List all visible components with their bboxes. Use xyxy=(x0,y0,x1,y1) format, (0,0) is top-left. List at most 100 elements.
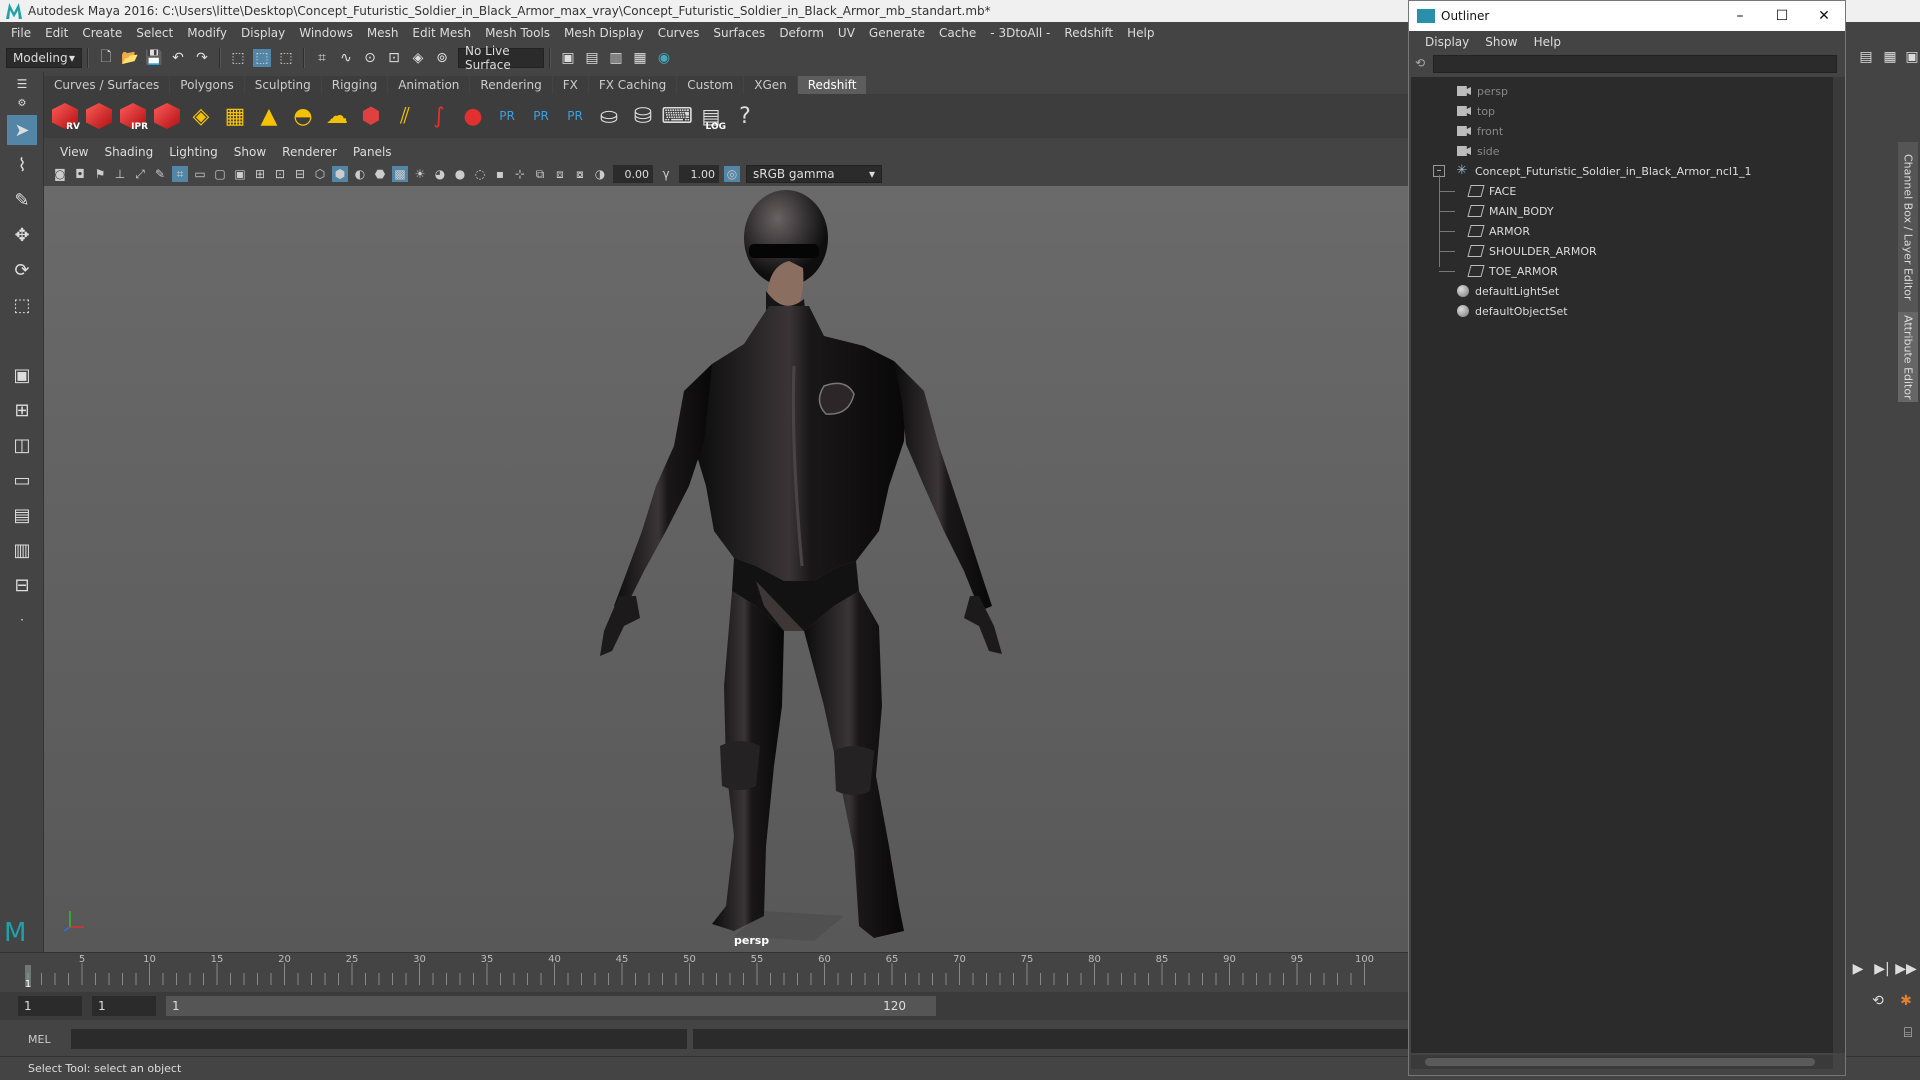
start-time-field[interactable]: 1 xyxy=(18,996,82,1016)
channel-box-tab[interactable]: Channel Box / Layer Editor xyxy=(1898,142,1918,312)
two-side-layout-icon[interactable]: ◫ xyxy=(7,430,37,460)
play-forward-icon[interactable]: ▶ xyxy=(1849,960,1867,978)
default-material-icon[interactable]: ◐ xyxy=(352,166,368,182)
menu-create[interactable]: Create xyxy=(75,26,129,40)
hypershade-icon[interactable]: ◉ xyxy=(655,49,673,67)
outliner-horizontal-scrollbar[interactable] xyxy=(1411,1055,1833,1069)
select-camera-icon[interactable]: ◙ xyxy=(52,166,68,182)
persp-graph-layout-icon[interactable]: ▤ xyxy=(7,500,37,530)
textured-icon[interactable]: ▩ xyxy=(392,166,408,182)
menu-redshift[interactable]: Redshift xyxy=(1057,26,1120,40)
screen-space-ao-icon[interactable]: ● xyxy=(452,166,468,182)
outliner-search-input[interactable] xyxy=(1433,55,1837,73)
tab-custom[interactable]: Custom xyxy=(677,76,744,94)
menu-mesh-tools[interactable]: Mesh Tools xyxy=(478,26,557,40)
colorspace-dropdown[interactable]: sRGB gamma ▾ xyxy=(746,165,882,183)
menu-deform[interactable]: Deform xyxy=(772,26,831,40)
menu-uv[interactable]: UV xyxy=(831,26,862,40)
range-slider[interactable]: 1 120 xyxy=(166,996,936,1016)
undo-icon[interactable]: ↶ xyxy=(169,49,187,67)
multisample-aa-icon[interactable]: ▪ xyxy=(492,166,508,182)
menu-modify[interactable]: Modify xyxy=(180,26,234,40)
tab-redshift[interactable]: Redshift xyxy=(797,76,867,94)
render-frame-icon[interactable]: ▤ xyxy=(583,49,601,67)
redshift-render-icon[interactable] xyxy=(84,100,114,132)
redshift-portal-light-icon[interactable]: ⬢ xyxy=(356,100,386,132)
redshift-settings-icon[interactable] xyxy=(152,100,182,132)
outliner-item-armor[interactable]: ARMOR xyxy=(1411,221,1833,241)
modeling-toolkit-icon[interactable]: ▤ xyxy=(1857,48,1875,66)
snap-grid-icon[interactable]: ⌗ xyxy=(313,49,331,67)
tab-fx[interactable]: FX xyxy=(552,76,588,94)
playback-speed-icon[interactable]: ⟲ xyxy=(1869,992,1887,1010)
menu-mesh-display[interactable]: Mesh Display xyxy=(557,26,651,40)
color-management-icon[interactable]: ◎ xyxy=(724,166,740,182)
redshift-area-light-icon[interactable]: ▦ xyxy=(220,100,250,132)
redshift-spot-light-icon[interactable]: ▲ xyxy=(254,100,284,132)
snap-point-icon[interactable]: ⊙ xyxy=(361,49,379,67)
render-view-icon[interactable]: ▣ xyxy=(559,49,577,67)
vp-menu-shading[interactable]: Shading xyxy=(96,145,161,159)
menu-help[interactable]: Help xyxy=(1120,26,1161,40)
redshift-pr-export-icon[interactable]: PR xyxy=(526,100,556,132)
resolution-gate-icon[interactable]: ▢ xyxy=(212,166,228,182)
outliner-item-shoulder-armor[interactable]: SHOULDER_ARMOR xyxy=(1411,241,1833,261)
vp-menu-show[interactable]: Show xyxy=(226,145,274,159)
outliner-menu-display[interactable]: Display xyxy=(1417,35,1477,49)
command-input[interactable] xyxy=(70,1029,687,1049)
outliner-vertical-scrollbar[interactable] xyxy=(1833,77,1845,1053)
vp-menu-view[interactable]: View xyxy=(52,145,96,159)
save-scene-icon[interactable]: 💾 xyxy=(145,49,163,67)
isolate-select-icon[interactable]: ⧉ xyxy=(532,166,548,182)
lasso-tool-icon[interactable]: ⌇ xyxy=(7,150,37,180)
field-chart-icon[interactable]: ⊞ xyxy=(252,166,268,182)
maximize-icon[interactable]: ☐ xyxy=(1761,5,1803,27)
menu-select[interactable]: Select xyxy=(129,26,180,40)
bookmark-icon[interactable]: ⚑ xyxy=(92,166,108,182)
open-scene-icon[interactable]: 📂 xyxy=(121,49,139,67)
exposure-icon[interactable]: ◑ xyxy=(592,166,608,182)
vp-menu-lighting[interactable]: Lighting xyxy=(161,145,226,159)
safe-action-icon[interactable]: ⊡ xyxy=(272,166,288,182)
safe-title-icon[interactable]: ⊟ xyxy=(292,166,308,182)
menu-file[interactable]: File xyxy=(4,26,38,40)
wireframe-icon[interactable]: ⬡ xyxy=(312,166,328,182)
wireframe-on-shaded-icon[interactable]: ⬣ xyxy=(372,166,388,182)
menu-windows[interactable]: Windows xyxy=(292,26,360,40)
live-surface-field[interactable]: No Live Surface xyxy=(458,44,544,72)
camera-attributes-icon[interactable]: ◘ xyxy=(72,166,88,182)
mode-dropdown[interactable]: Modeling ▾ xyxy=(6,48,82,68)
time-slider[interactable]: 5 10 15 20 25 30 35 40 45 50 55 60 65 70 75 80 85 90 95 100… xyxy=(0,952,1408,990)
gamma-icon[interactable]: γ xyxy=(658,166,674,182)
close-icon[interactable]: ✕ xyxy=(1803,5,1845,27)
outliner-item-default-object-set[interactable]: defaultObjectSet xyxy=(1411,301,1833,321)
paint-select-tool-icon[interactable]: ✎ xyxy=(7,185,37,215)
outliner-item-default-light-set[interactable]: defaultLightSet xyxy=(1411,281,1833,301)
exposure-field[interactable]: 0.00 xyxy=(613,165,653,183)
new-scene-icon[interactable]: 🗋 xyxy=(97,49,115,67)
gate-mask-icon[interactable]: ▣ xyxy=(232,166,248,182)
menu-edit-mesh[interactable]: Edit Mesh xyxy=(405,26,478,40)
ipr-render-icon[interactable]: ▥ xyxy=(607,49,625,67)
menu-cache[interactable]: Cache xyxy=(932,26,983,40)
attribute-editor-tab[interactable]: Attribute Editor xyxy=(1898,312,1918,402)
script-editor-icon[interactable]: ⌸ xyxy=(1899,1024,1917,1042)
redshift-bake-icon[interactable]: ⛀ xyxy=(594,100,624,132)
step-forward-icon[interactable]: ▶| xyxy=(1873,960,1891,978)
redshift-dome-light-icon[interactable]: ◓ xyxy=(288,100,318,132)
vp-menu-panels[interactable]: Panels xyxy=(345,145,400,159)
select-tool-icon[interactable]: ➤ xyxy=(7,115,37,145)
outliner-item-persp[interactable]: persp xyxy=(1411,81,1833,101)
render-settings-icon[interactable]: ▦ xyxy=(631,49,649,67)
persp-graph-hypergraph-layout-icon[interactable]: ▥ xyxy=(7,535,37,565)
single-perspective-layout-icon[interactable]: ▣ xyxy=(7,360,37,390)
redshift-pr-sync-icon[interactable]: PR xyxy=(560,100,590,132)
scrollbar-thumb[interactable] xyxy=(1425,1058,1815,1066)
shadows-icon[interactable]: ◕ xyxy=(432,166,448,182)
tab-fx-caching[interactable]: FX Caching xyxy=(588,76,677,94)
xray-joints-icon[interactable]: ⧇ xyxy=(572,166,588,182)
outliner-item-face[interactable]: FACE xyxy=(1411,181,1833,201)
2d-pan-zoom-icon[interactable]: ⤢ xyxy=(132,166,148,182)
custom-layout-icon[interactable]: ⊟ xyxy=(7,570,37,600)
outliner-menu-help[interactable]: Help xyxy=(1526,35,1569,49)
